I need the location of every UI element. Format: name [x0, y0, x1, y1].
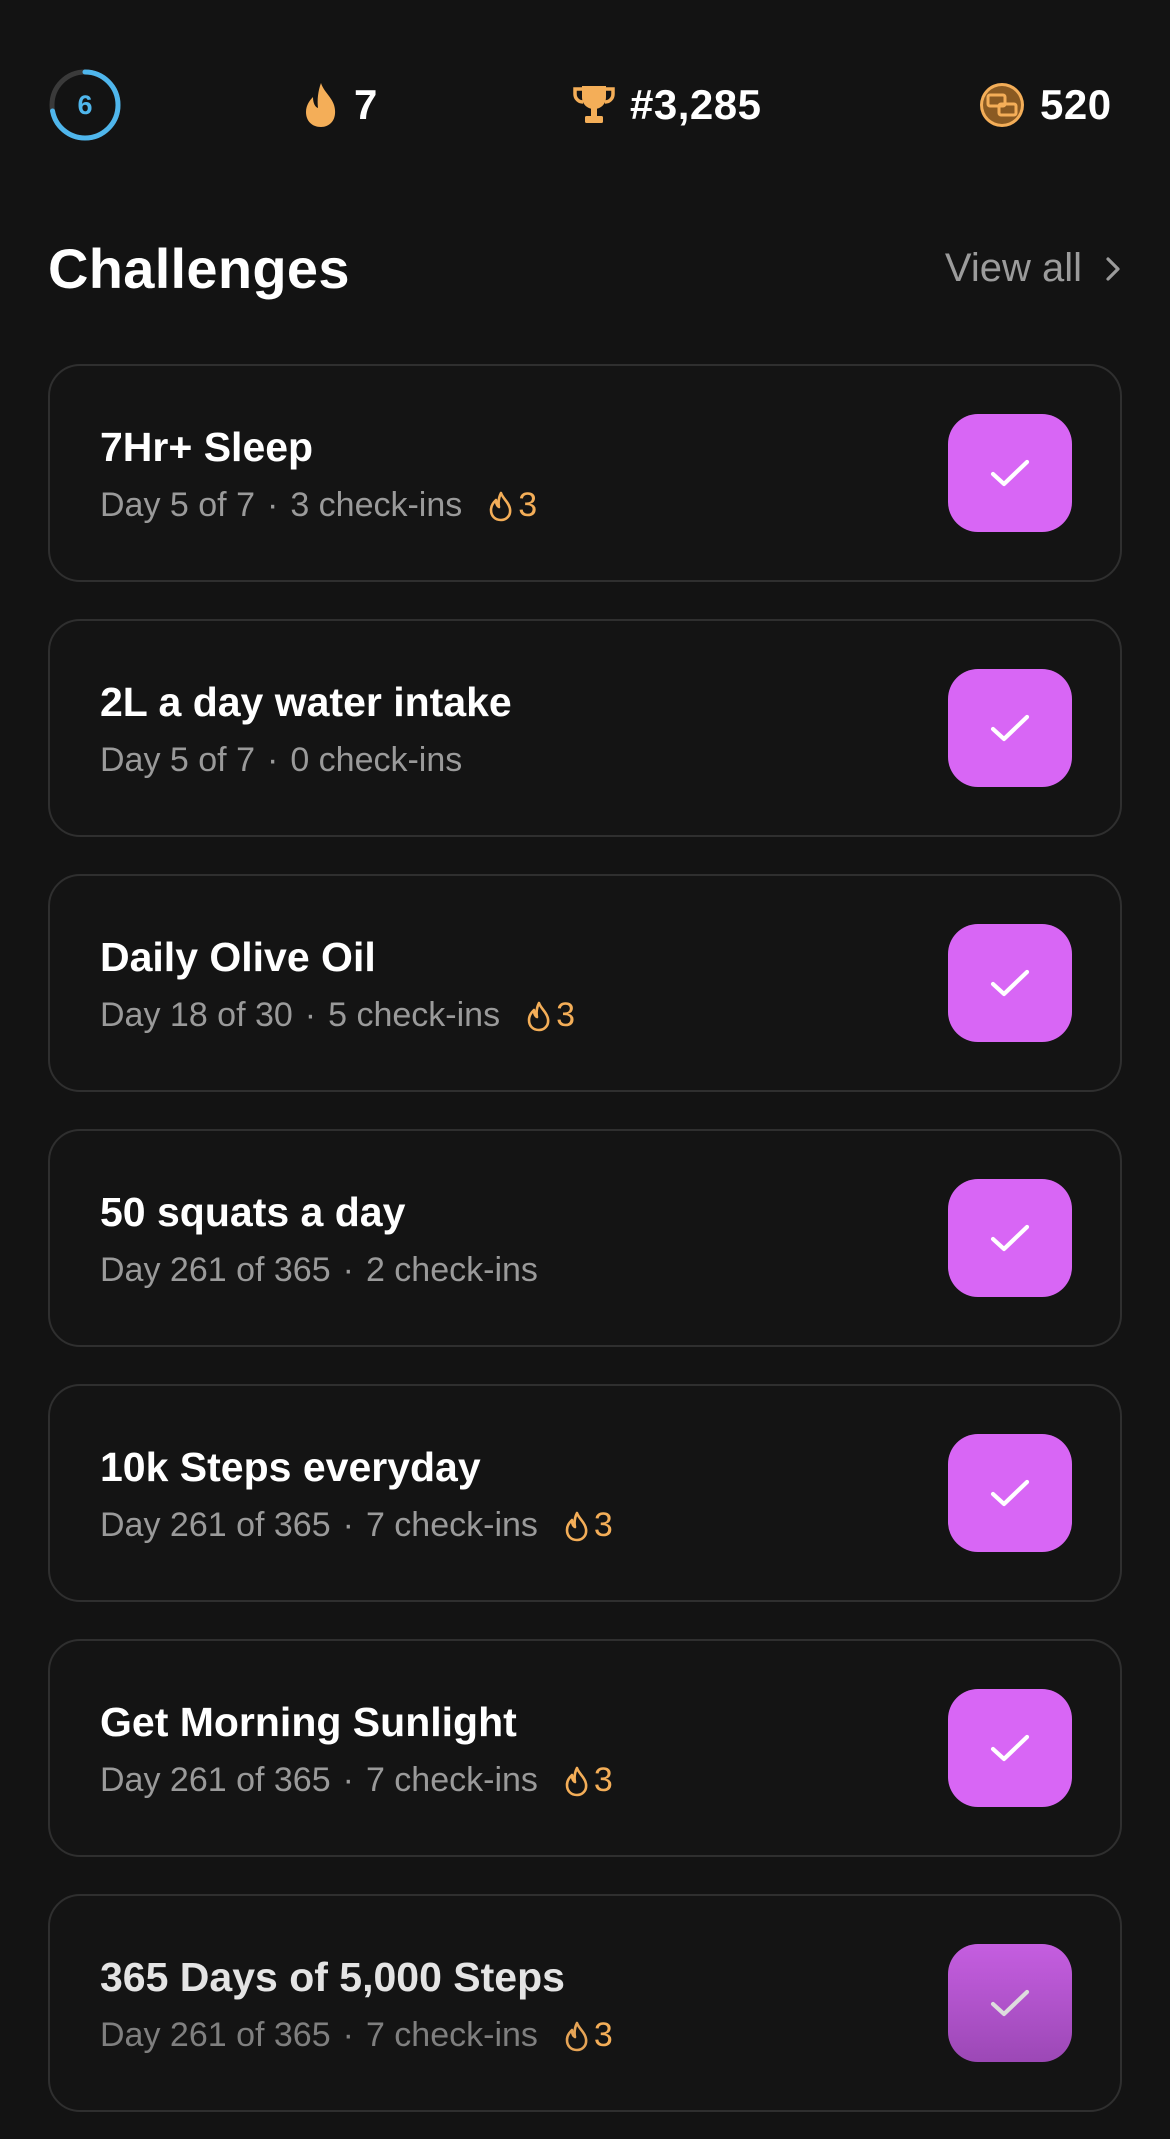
- streak-stat[interactable]: 7: [302, 74, 378, 136]
- challenge-card[interactable]: 50 squats a day Day 261 of 365 · 2 check…: [48, 1129, 1122, 1347]
- challenge-card[interactable]: 2L a day water intake Day 5 of 7 · 0 che…: [48, 619, 1122, 837]
- flame-badge: 3: [526, 996, 575, 1035]
- flame-count: 3: [556, 996, 576, 1034]
- flame-badge: 3: [564, 1506, 613, 1545]
- flame-badge: 3: [488, 486, 537, 525]
- challenge-day: Day 261 of 365: [100, 1251, 331, 1289]
- check-in-button[interactable]: [948, 1689, 1072, 1807]
- challenge-card[interactable]: Get Morning Sunlight Day 261 of 365 · 7 …: [48, 1639, 1122, 1857]
- check-icon: [990, 1734, 1030, 1762]
- challenge-checkins: 0 check-ins: [290, 741, 463, 779]
- level-progress-ring[interactable]: 6: [48, 68, 122, 142]
- challenge-meta: Day 261 of 365 · 7 check-ins 3: [100, 2016, 613, 2055]
- challenge-day: Day 261 of 365: [100, 1761, 331, 1799]
- challenge-card[interactable]: Daily Olive Oil Day 18 of 30 · 5 check-i…: [48, 874, 1122, 1092]
- separator-dot: ·: [342, 2016, 354, 2054]
- check-icon: [990, 969, 1030, 997]
- flame-outline-icon: [526, 1000, 552, 1032]
- separator-dot: ·: [342, 1506, 354, 1544]
- flame-outline-icon: [488, 490, 514, 522]
- separator-dot: ·: [266, 486, 279, 524]
- challenge-card[interactable]: 7Hr+ Sleep Day 5 of 7 · 3 check-ins 3: [48, 364, 1122, 582]
- view-all-link[interactable]: View all: [945, 246, 1122, 291]
- streak-value: 7: [354, 81, 378, 128]
- coin-icon: [978, 81, 1026, 129]
- challenge-list: 7Hr+ Sleep Day 5 of 7 · 3 check-ins 3 2L…: [48, 364, 1122, 2139]
- challenge-meta: Day 261 of 365 · 7 check-ins 3: [100, 1761, 613, 1800]
- view-all-label: View all: [944, 246, 1082, 290]
- challenge-day: Day 5 of 7: [100, 486, 255, 524]
- challenge-day: Day 261 of 365: [100, 1506, 331, 1544]
- flame-count: 3: [593, 1506, 613, 1544]
- challenge-meta: Day 261 of 365 · 2 check-ins: [100, 1251, 538, 1290]
- challenge-title: 2L a day water intake: [100, 679, 512, 725]
- flame-badge: 3: [564, 1761, 613, 1800]
- separator-dot: ·: [342, 1761, 354, 1799]
- flame-outline-icon: [564, 1510, 590, 1542]
- separator-dot: ·: [304, 996, 317, 1034]
- flame-outline-icon: [564, 2020, 590, 2052]
- coins-value: 520: [1040, 81, 1112, 128]
- challenge-checkins: 7 check-ins: [365, 1506, 538, 1544]
- challenge-meta: Day 5 of 7 · 3 check-ins 3: [100, 486, 537, 525]
- level-value: 6: [77, 89, 93, 120]
- separator-dot: ·: [266, 741, 279, 779]
- challenge-title: 7Hr+ Sleep: [100, 424, 314, 470]
- challenge-day: Day 5 of 7: [100, 741, 255, 779]
- chevron-right-icon: [1104, 254, 1122, 284]
- challenge-meta: Day 5 of 7 · 0 check-ins: [100, 741, 462, 780]
- challenge-title: 50 squats a day: [100, 1189, 406, 1235]
- challenge-title: Get Morning Sunlight: [100, 1699, 517, 1745]
- separator-dot: ·: [342, 1251, 354, 1289]
- rank-stat[interactable]: #3,285: [572, 74, 761, 136]
- challenge-card[interactable]: 365 Days of 5,000 Steps Day 261 of 365 ·…: [48, 1894, 1122, 2112]
- check-in-button[interactable]: [948, 1434, 1072, 1552]
- challenge-title: Daily Olive Oil: [100, 934, 376, 980]
- check-icon: [990, 1479, 1030, 1507]
- flame-count: 3: [593, 1761, 613, 1799]
- page-title: Challenges: [48, 237, 350, 300]
- challenge-meta: Day 261 of 365 · 7 check-ins 3: [100, 1506, 613, 1545]
- challenge-checkins: 7 check-ins: [365, 1761, 538, 1799]
- check-in-button[interactable]: [948, 1944, 1072, 2062]
- stats-bar: 6 7 #3,285 520: [0, 0, 1170, 210]
- rank-value: #3,285: [630, 81, 762, 128]
- challenge-title: 10k Steps everyday: [100, 1444, 481, 1490]
- challenges-header: Challenges View all: [48, 236, 1122, 306]
- challenge-day: Day 18 of 30: [100, 996, 293, 1034]
- challenge-day: Day 261 of 365: [100, 2016, 331, 2054]
- flame-icon: [302, 81, 340, 129]
- flame-count: 3: [593, 2016, 613, 2054]
- challenge-meta: Day 18 of 30 · 5 check-ins 3: [100, 996, 575, 1035]
- check-in-button[interactable]: [948, 1179, 1072, 1297]
- check-icon: [990, 1989, 1030, 2017]
- challenge-checkins: 7 check-ins: [365, 2016, 538, 2054]
- check-icon: [990, 459, 1030, 487]
- check-icon: [990, 714, 1030, 742]
- challenge-title: 365 Days of 5,000 Steps: [100, 1954, 565, 2000]
- challenge-checkins: 5 check-ins: [328, 996, 501, 1034]
- check-in-button[interactable]: [948, 414, 1072, 532]
- flame-count: 3: [518, 486, 538, 524]
- check-in-button[interactable]: [948, 924, 1072, 1042]
- check-in-button[interactable]: [948, 669, 1072, 787]
- trophy-icon: [572, 83, 616, 127]
- challenge-checkins: 2 check-ins: [365, 1251, 538, 1289]
- coins-stat[interactable]: 520: [978, 74, 1112, 136]
- flame-outline-icon: [564, 1765, 590, 1797]
- challenge-card[interactable]: 10k Steps everyday Day 261 of 365 · 7 ch…: [48, 1384, 1122, 1602]
- challenge-checkins: 3 check-ins: [290, 486, 463, 524]
- check-icon: [990, 1224, 1030, 1252]
- flame-badge: 3: [564, 2016, 613, 2055]
